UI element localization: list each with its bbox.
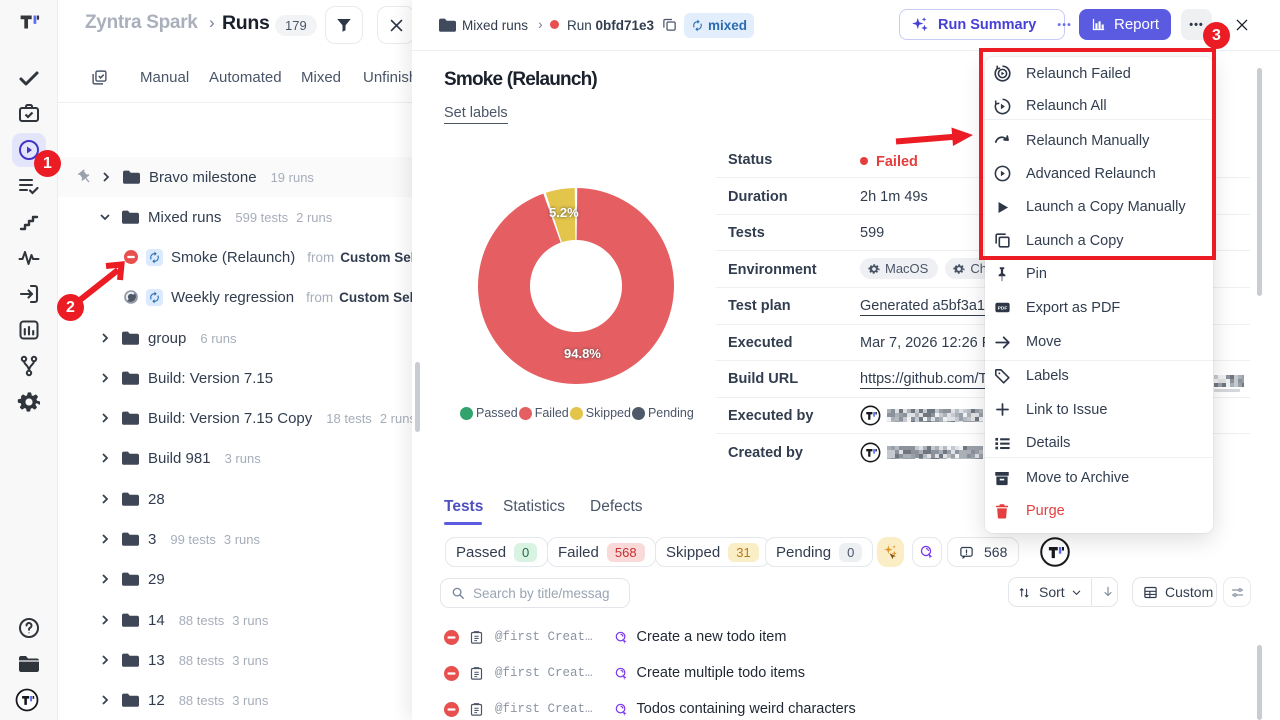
svg-text:PDF: PDF bbox=[998, 306, 1008, 312]
